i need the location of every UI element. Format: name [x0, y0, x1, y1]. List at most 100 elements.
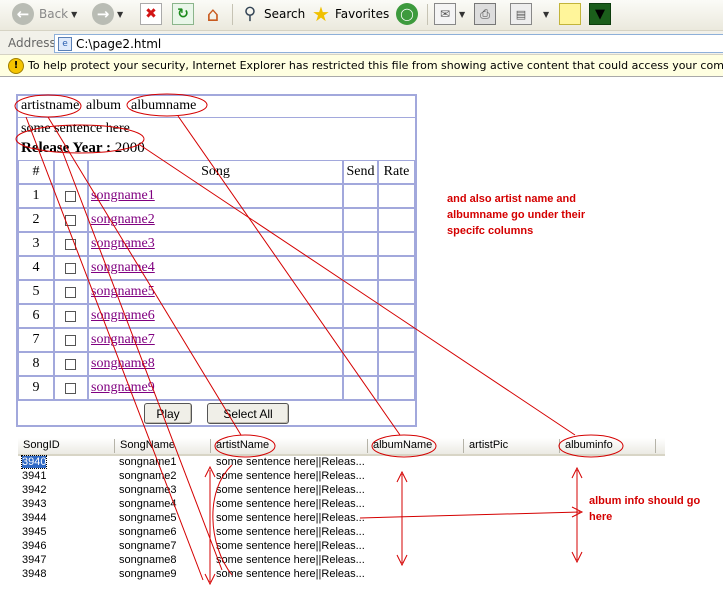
grid-cell-artistname[interactable]: some sentence here||Releas... [216, 484, 365, 496]
grid-col-artistpic[interactable]: artistPic [464, 439, 560, 453]
song-checkbox[interactable] [65, 383, 76, 394]
grid-cell-songname[interactable]: songname5 [119, 512, 177, 524]
grid-cell-songid[interactable]: 3946 [22, 540, 46, 552]
song-link[interactable]: songname3 [91, 233, 155, 255]
song-link[interactable]: songname9 [91, 377, 155, 399]
grid-cell-artistname[interactable]: some sentence here||Releas... [216, 554, 365, 566]
address-input[interactable]: e C:\page2.html [54, 34, 723, 53]
song-num: 2 [18, 208, 54, 232]
refresh-button[interactable]: ↻ [172, 2, 194, 26]
grid-row[interactable]: 3944 songname5 some sentence here||Releas.… [18, 512, 665, 526]
song-link[interactable]: songname4 [91, 257, 155, 279]
song-rate-cell [378, 328, 415, 352]
grid-col-songid[interactable]: SongID [18, 439, 115, 453]
grid-cell-songname[interactable]: songname2 [119, 470, 177, 482]
grid-row[interactable]: 3940 songname1 some sentence here||Releas.… [18, 455, 665, 470]
grid-row[interactable]: 3942 songname3 some sentence here||Releas.… [18, 484, 665, 498]
select-all-button[interactable]: Select All [207, 403, 289, 424]
song-checkbox[interactable] [65, 287, 76, 298]
annotation-line: specifc columns [447, 225, 534, 237]
song-link[interactable]: songname6 [91, 305, 155, 327]
back-button[interactable]: ← Back ▼ [12, 2, 77, 26]
col-check-header [54, 160, 88, 184]
song-data-grid[interactable]: SongID SongName artistName albumName art… [18, 438, 665, 588]
grid-cell-songid[interactable]: 3948 [22, 568, 46, 580]
song-checkbox[interactable] [65, 215, 76, 226]
grid-cell-songname[interactable]: songname6 [119, 526, 177, 538]
grid-cell-songid[interactable]: 3945 [22, 526, 46, 538]
song-name-cell: songname3 [88, 232, 343, 256]
album-sentence: some sentence here [21, 121, 130, 136]
grid-cell-artistname[interactable]: some sentence here||Releas... [216, 568, 365, 580]
grid-cell-songname[interactable]: songname9 [119, 568, 177, 580]
grid-col-artistname[interactable]: artistName [211, 439, 368, 453]
song-link[interactable]: songname5 [91, 281, 155, 303]
song-checkbox[interactable] [65, 335, 76, 346]
grid-cell-songname[interactable]: songname1 [119, 456, 177, 468]
grid-col-albumname[interactable]: albumName [368, 439, 464, 453]
grid-row[interactable]: 3947 songname8 some sentence here||Releas.… [18, 554, 665, 568]
grid-cell-songid[interactable]: 3942 [22, 484, 46, 496]
song-num: 1 [18, 184, 54, 208]
grid-cell-songid[interactable]: 3944 [22, 512, 46, 524]
print-button[interactable]: ⎙ [474, 2, 496, 26]
song-checkbox[interactable] [65, 263, 76, 274]
more-tools-button[interactable]: ▼ [540, 2, 549, 26]
grid-cell-songid[interactable]: 3947 [22, 554, 46, 566]
grid-col-songname[interactable]: SongName [115, 439, 211, 453]
song-send-cell [343, 352, 378, 376]
shield-warning-icon: ! [8, 58, 24, 74]
song-rate-cell [378, 184, 415, 208]
grid-cell-songid[interactable]: 3940 [20, 455, 48, 469]
song-checkbox[interactable] [65, 359, 76, 370]
grid-cell-songname[interactable]: songname4 [119, 498, 177, 510]
chevron-down-icon[interactable]: ▼ [459, 10, 465, 19]
toolbar-divider [427, 4, 428, 25]
grid-row[interactable]: 3941 songname2 some sentence here||Releas.… [18, 470, 665, 484]
search-button[interactable]: ⚲ Search [240, 2, 305, 26]
chevron-down-icon[interactable]: ▼ [71, 10, 77, 19]
album-table: artistname album albumname some sentence… [16, 94, 417, 427]
chevron-down-icon[interactable]: ▼ [117, 10, 123, 19]
song-link[interactable]: songname1 [91, 185, 155, 207]
grid-cell-artistname[interactable]: some sentence here||Releas... [216, 470, 365, 482]
favorites-button[interactable]: ★ Favorites [311, 2, 389, 26]
release-year-line: Release Year : 2000 [21, 140, 145, 157]
information-bar[interactable]: ! To help protect your security, Interne… [0, 55, 723, 77]
forward-button[interactable]: → ▼ [92, 2, 123, 26]
song-checkbox[interactable] [65, 239, 76, 250]
grid-cell-artistname[interactable]: some sentence here||Releas... [216, 540, 365, 552]
grid-cell-songname[interactable]: songname7 [119, 540, 177, 552]
grid-row[interactable]: 3946 songname7 some sentence here||Releas.… [18, 540, 665, 554]
mail-button[interactable]: ✉ ▼ [434, 2, 465, 26]
song-checkbox[interactable] [65, 191, 76, 202]
grid-row[interactable]: 3945 songname6 some sentence here||Releas.… [18, 526, 665, 540]
song-checkbox-cell [54, 208, 88, 232]
play-button[interactable]: Play [144, 403, 192, 424]
grid-cell-songid[interactable]: 3943 [22, 498, 46, 510]
grid-cell-songid[interactable]: 3941 [22, 470, 46, 482]
stop-button[interactable]: ✖ [140, 2, 162, 26]
messenger-button[interactable]: ▼ [589, 2, 611, 26]
song-link[interactable]: songname2 [91, 209, 155, 231]
grid-cell-artistname[interactable]: some sentence here||Releas... [216, 456, 365, 468]
grid-cell-artistname[interactable]: some sentence here||Releas... [216, 512, 365, 524]
song-rate-cell [378, 304, 415, 328]
grid-cell-artistname[interactable]: some sentence here||Releas... [216, 498, 365, 510]
song-checkbox[interactable] [65, 311, 76, 322]
grid-row[interactable]: 3948 songname9 some sentence here||Releas.… [18, 568, 665, 582]
grid-row[interactable]: 3943 songname4 some sentence here||Releas.… [18, 498, 665, 512]
grid-cell-songname[interactable]: songname3 [119, 484, 177, 496]
grid-col-albuminfo[interactable]: albuminfo [560, 439, 656, 453]
song-link[interactable]: songname7 [91, 329, 155, 351]
song-rate-cell [378, 232, 415, 256]
history-button[interactable]: ◯ [396, 2, 418, 26]
edit-button[interactable]: ▤ [510, 2, 532, 26]
col-num-header: # [18, 160, 54, 184]
home-button[interactable]: ⌂ [203, 2, 223, 26]
chevron-down-icon[interactable]: ▼ [543, 10, 549, 19]
grid-cell-songname[interactable]: songname8 [119, 554, 177, 566]
grid-cell-artistname[interactable]: some sentence here||Releas... [216, 526, 365, 538]
notes-button[interactable] [559, 2, 581, 26]
song-link[interactable]: songname8 [91, 353, 155, 375]
